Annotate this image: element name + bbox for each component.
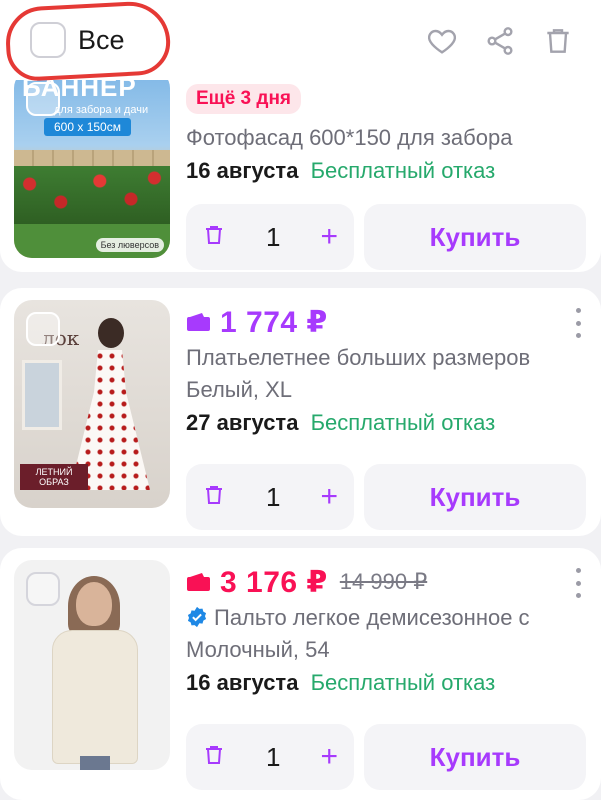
cart-item: лок ЛЕТНИЙ ОБРАЗ 1 774 ₽ Платьелетнее бо… [0,288,601,536]
item-info: 3 176 ₽ 14 990 ₽ Пальто легкое демисезон… [186,562,587,700]
item-controls: 1 + Купить [186,464,586,530]
wallet-icon [187,573,210,591]
item-title[interactable]: Пальто легкое демисезонное с [186,602,587,634]
remove-item-icon[interactable] [202,742,226,773]
image-sub: для забора и дачи [54,104,149,116]
quantity-stepper: 1 + [186,464,354,530]
wallet-icon [187,313,210,331]
badge-row: Ещё 3 дня [186,84,587,122]
quantity-value: 1 [266,221,281,252]
cart-item: БАННЕР для забора и дачи 600 x 150см Без… [0,60,601,272]
product-image[interactable]: БАННЕР для забора и дачи 600 x 150см Без… [14,70,170,258]
select-all-label: Все [78,24,125,55]
free-return-note: Бесплатный отказ [310,670,496,695]
roses-shape [14,166,170,226]
item-old-price: 14 990 ₽ [339,569,428,594]
free-return-note: Бесплатный отказ [310,410,496,435]
item-variant: Молочный, 54 [186,637,330,662]
delivery-info: 27 августа Бесплатный отказ [186,406,587,440]
remove-item-icon[interactable] [202,482,226,513]
item-info: Ещё 3 дня Фотофасад 600*150 для забора 1… [186,84,587,188]
product-image[interactable]: лок ЛЕТНИЙ ОБРАЗ [14,300,170,508]
delivery-info: 16 августа Бесплатный отказ [186,666,587,700]
product-image[interactable] [14,560,170,770]
delivery-info: 16 августа Бесплатный отказ [186,154,587,188]
delivery-date: 16 августа [186,670,299,695]
select-all-checkbox[interactable] [30,22,66,58]
cart-header: Все [0,0,601,83]
cart-item: 3 176 ₽ 14 990 ₽ Пальто легкое демисезон… [0,548,601,800]
image-tag: Без люверсов [95,238,164,252]
quantity-value: 1 [266,741,281,772]
heart-icon[interactable] [425,24,459,58]
increase-quantity-button[interactable]: + [320,482,338,512]
increase-quantity-button[interactable]: + [320,742,338,772]
item-checkbox[interactable] [26,312,60,346]
item-variant: Белый, XL [186,377,293,402]
buy-button[interactable]: Купить [364,464,586,530]
legs-shape [80,756,110,770]
time-left-badge: Ещё 3 дня [186,84,302,114]
item-controls: 1 + Купить [186,204,586,270]
price-row: 1 774 ₽ [186,302,587,342]
item-price: 1 774 ₽ [220,305,328,339]
increase-quantity-button[interactable]: + [320,222,338,252]
remove-item-icon[interactable] [202,222,226,253]
trash-icon[interactable] [541,24,575,58]
free-return-note: Бесплатный отказ [310,158,496,183]
more-options-icon[interactable] [573,308,583,338]
select-all-toggle[interactable]: Все [30,22,125,58]
quantity-value: 1 [266,481,281,512]
delivery-date: 27 августа [186,410,299,435]
verified-seller-icon [187,606,207,628]
item-info: 1 774 ₽ Платьелетнее больших размеров Бе… [186,302,587,440]
image-size: 600 x 150см [44,118,131,136]
item-checkbox[interactable] [26,82,60,116]
buy-button[interactable]: Купить [364,204,586,270]
share-icon[interactable] [483,24,517,58]
item-controls: 1 + Купить [186,724,586,790]
model-head-shape [76,582,112,626]
window-shape [22,360,62,430]
quantity-stepper: 1 + [186,724,354,790]
item-title-text: Пальто легкое демисезонное с [214,605,530,630]
price-row: 3 176 ₽ 14 990 ₽ [186,562,587,602]
model-head-shape [98,318,124,348]
buy-button[interactable]: Купить [364,724,586,790]
item-checkbox[interactable] [26,572,60,606]
header-actions [425,24,575,58]
item-price: 3 176 ₽ [220,565,328,599]
item-title[interactable]: Платьелетнее больших размеров [186,342,587,374]
quantity-stepper: 1 + [186,204,354,270]
more-options-icon[interactable] [573,568,583,598]
item-title[interactable]: Фотофасад 600*150 для забора [186,122,587,154]
coat-shape [52,630,138,764]
image-tag: ЛЕТНИЙ ОБРАЗ [20,464,88,490]
delivery-date: 16 августа [186,158,299,183]
